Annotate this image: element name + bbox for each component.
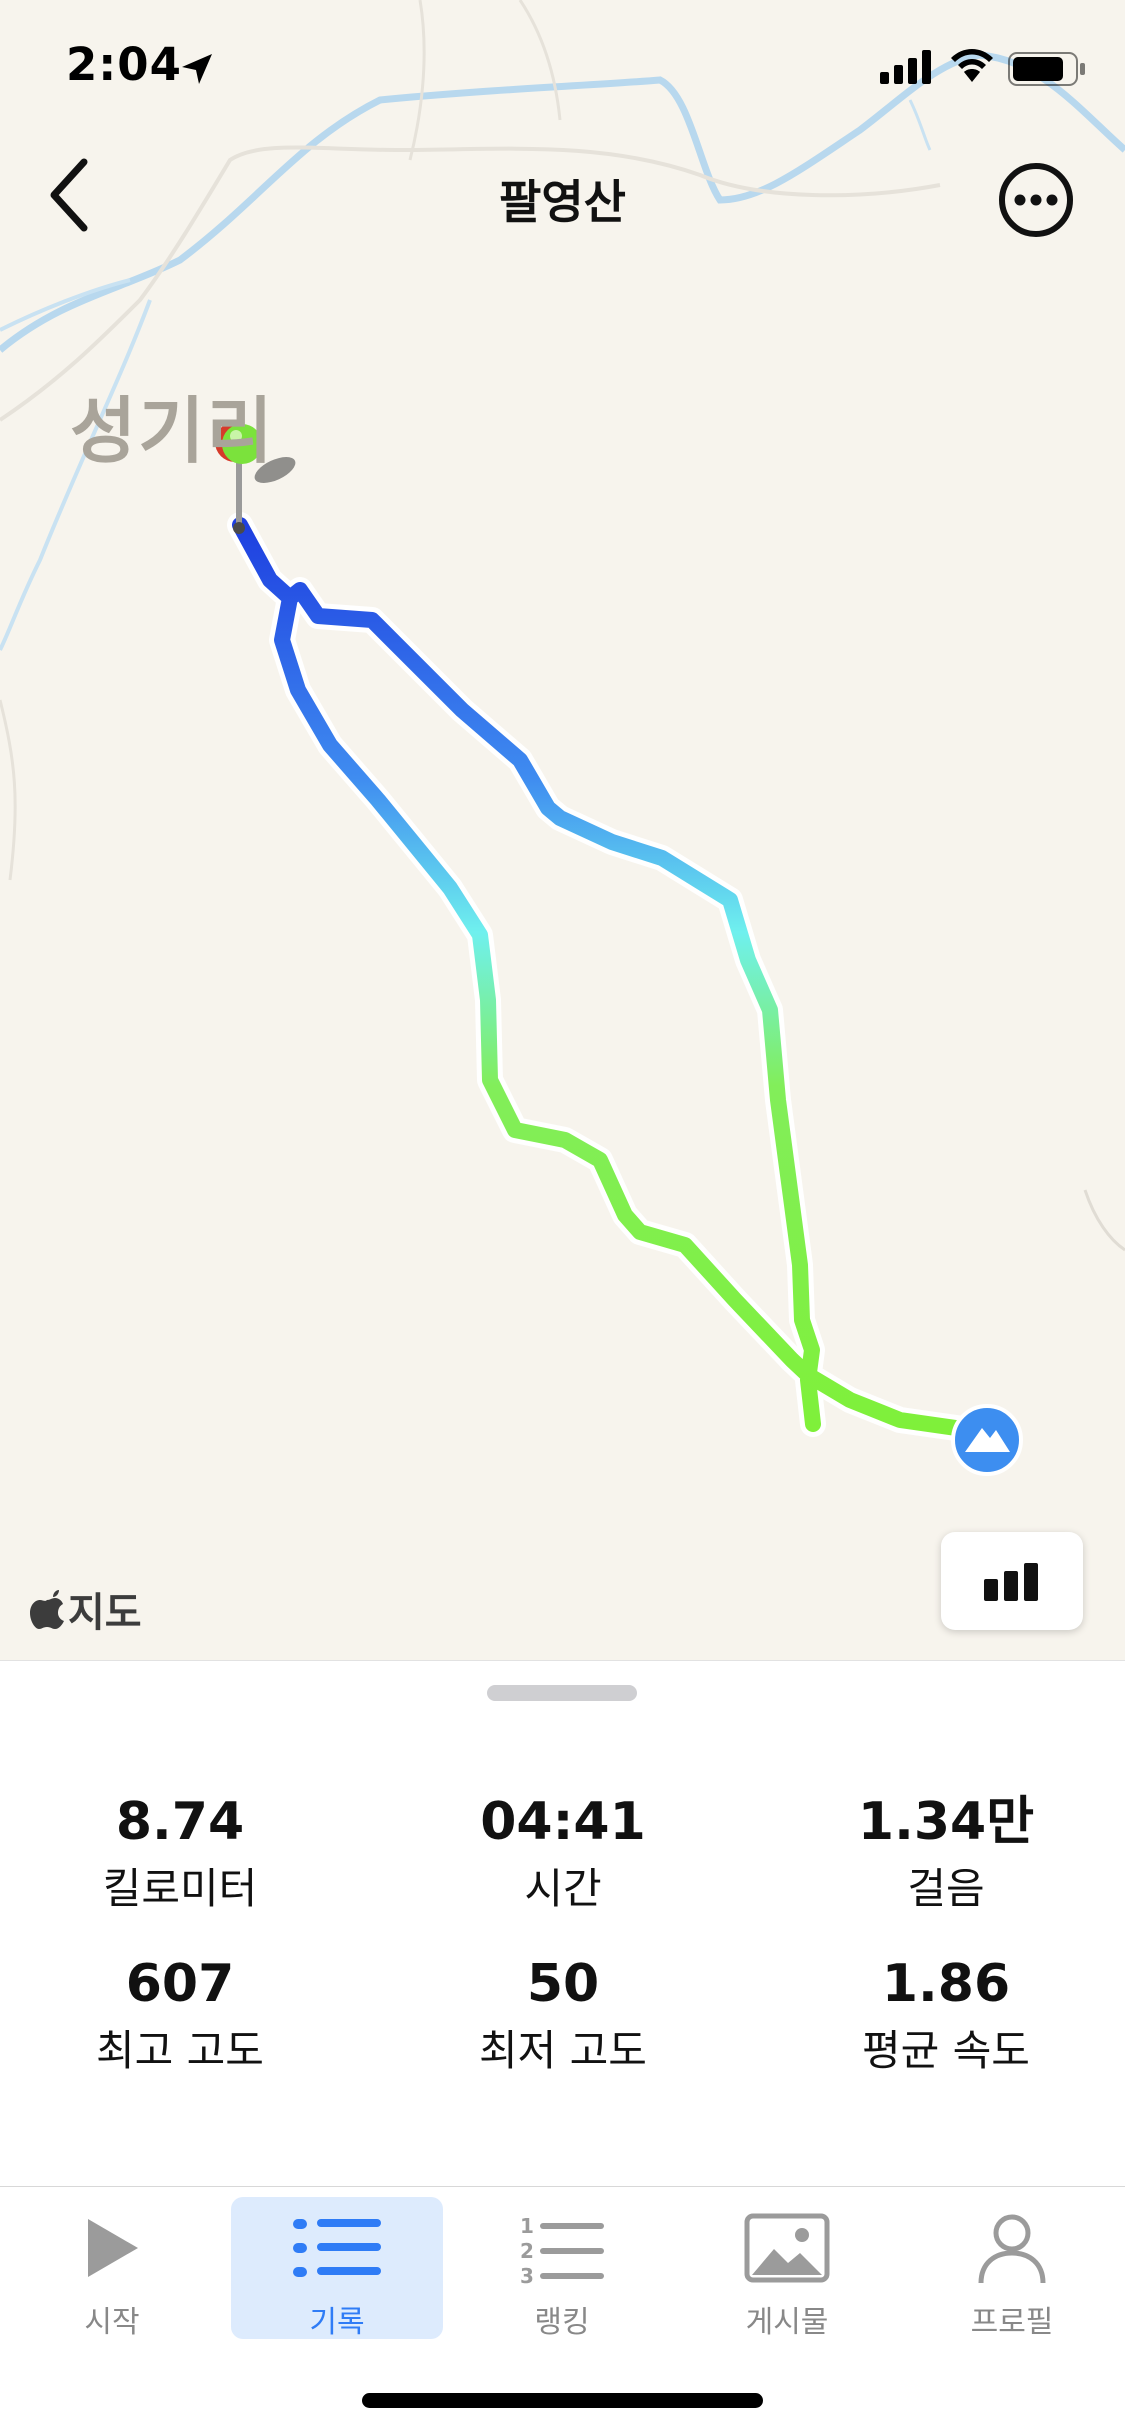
location-arrow-icon xyxy=(182,54,212,84)
stat-value: 8.74 xyxy=(115,1792,245,1852)
tab-records[interactable]: 기록 xyxy=(231,2197,443,2340)
stat-value: 1.86 xyxy=(881,1954,1011,2014)
apple-logo-icon xyxy=(30,1590,64,1629)
sheet-drag-handle[interactable] xyxy=(487,1685,637,1701)
maps-attribution-text: 지도 xyxy=(68,1590,142,1636)
play-icon xyxy=(88,2219,138,2277)
home-indicator[interactable] xyxy=(362,2393,763,2408)
map-view[interactable]: 성기리 지도 xyxy=(0,0,1125,1660)
map-canvas[interactable] xyxy=(0,0,1125,1660)
more-icon xyxy=(999,163,1073,237)
more-button[interactable] xyxy=(996,160,1076,240)
wifi-icon xyxy=(951,49,993,82)
profile-icon xyxy=(978,2214,1046,2284)
battery-icon xyxy=(1008,52,1085,86)
stat-avg-speed: 1.86 평균 속도 xyxy=(756,1953,1125,2081)
stat-min-altitude: 50 최저 고도 xyxy=(373,1953,753,2081)
stat-value: 04:41 xyxy=(480,1792,646,1852)
road-line xyxy=(0,699,17,881)
svg-text:3: 3 xyxy=(520,2264,534,2287)
maps-attribution[interactable]: 지도 xyxy=(30,1580,142,1638)
image-icon xyxy=(744,2213,830,2283)
stat-value: 50 xyxy=(526,1954,600,2014)
stat-label: 최저 고도 xyxy=(479,2026,647,2075)
tab-label: 프로필 xyxy=(970,2305,1054,2340)
stat-label: 평균 속도 xyxy=(862,2026,1030,2075)
tab-start[interactable]: 시작 xyxy=(6,2197,218,2340)
stat-time: 04:41 시간 xyxy=(373,1791,753,1919)
summit-marker[interactable] xyxy=(951,1404,1023,1476)
svg-text:2: 2 xyxy=(520,2239,534,2263)
tab-profile[interactable]: 프로필 xyxy=(906,2197,1118,2340)
stat-label: 킬로미터 xyxy=(102,1864,258,1913)
stat-label: 걸음 xyxy=(907,1864,985,1913)
stat-steps: 1.34만 걸음 xyxy=(756,1791,1125,1919)
bar-chart-icon xyxy=(984,1563,1038,1601)
page-title: 팔영산 xyxy=(499,175,626,229)
status-time: 2:04 xyxy=(66,38,182,91)
tab-label: 기록 xyxy=(309,2305,365,2340)
tab-label: 게시물 xyxy=(745,2305,829,2340)
status-bar: 2:04 xyxy=(0,0,1125,130)
route-halo xyxy=(227,512,983,1443)
stat-label: 최고 고도 xyxy=(96,2026,264,2075)
svg-text:1: 1 xyxy=(520,2214,534,2238)
route-path xyxy=(232,517,978,1438)
stat-max-altitude: 607 최고 고도 xyxy=(0,1953,370,2081)
tab-label: 랭킹 xyxy=(534,2305,590,2340)
tab-label: 시작 xyxy=(84,2305,140,2340)
place-label: 성기리 xyxy=(70,389,275,473)
tab-posts[interactable]: 게시물 xyxy=(681,2197,893,2340)
stat-value: 1.34만 xyxy=(857,1792,1035,1852)
stat-value: 607 xyxy=(125,1954,235,2014)
signal-icon xyxy=(880,50,931,84)
road-line xyxy=(1083,1189,1125,1252)
stat-distance: 8.74 킬로미터 xyxy=(0,1791,370,1919)
stats-sheet: 8.74 킬로미터 04:41 시간 1.34만 걸음 607 최고 고도 50… xyxy=(0,1660,1125,2180)
elevation-chart-button[interactable] xyxy=(941,1532,1083,1630)
tab-ranking[interactable]: 1 2 3 랭킹 xyxy=(456,2197,668,2340)
list-icon xyxy=(293,2219,381,2277)
ranking-list-icon: 1 2 3 xyxy=(520,2214,604,2287)
stat-label: 시간 xyxy=(524,1864,602,1913)
